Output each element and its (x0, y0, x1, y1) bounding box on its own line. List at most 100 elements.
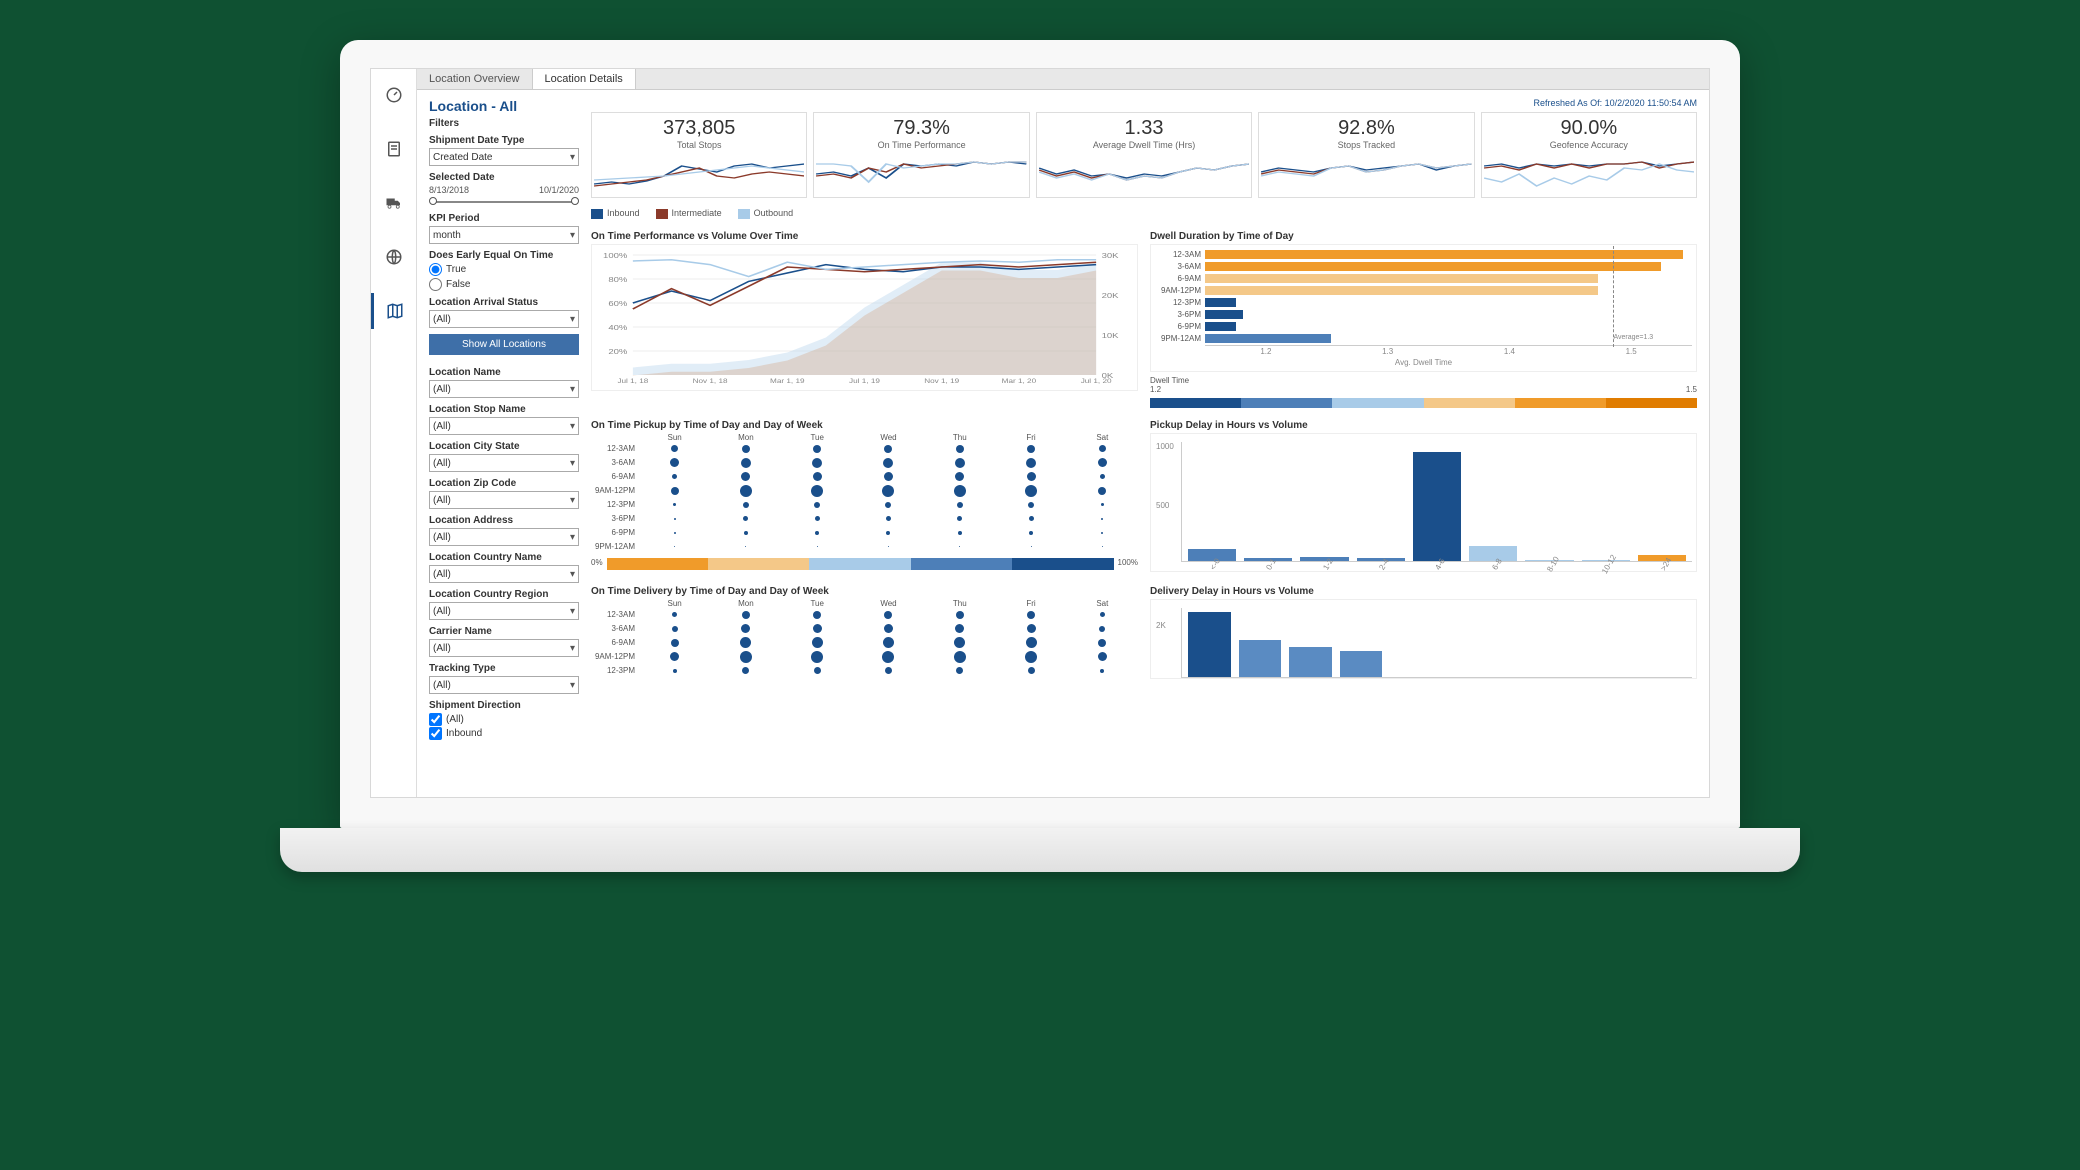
shipment-date-type-select[interactable]: Created Date (429, 148, 579, 166)
location-zip-select[interactable]: (All) (429, 491, 579, 509)
check-dir-inbound[interactable]: Inbound (429, 727, 579, 740)
document-icon (385, 140, 403, 158)
svg-text:Jul 1, 20: Jul 1, 20 (1081, 378, 1112, 385)
kpi-label: Stops Tracked (1261, 140, 1471, 150)
kpi-card[interactable]: 92.8% Stops Tracked (1258, 112, 1474, 198)
svg-text:40%: 40% (608, 323, 628, 331)
kpi-card[interactable]: 90.0% Geofence Accuracy (1481, 112, 1697, 198)
location-country-region-select[interactable]: (All) (429, 602, 579, 620)
nav-dashboard[interactable] (371, 77, 417, 113)
nav-reports[interactable] (371, 131, 417, 167)
kpi-value: 1.33 (1039, 117, 1249, 140)
main: Location Overview Location Details Locat… (417, 69, 1709, 797)
tracking-type-select[interactable]: (All) (429, 676, 579, 694)
hbar-row: 6-9AM (1155, 273, 1692, 285)
date-slider[interactable] (429, 197, 579, 207)
location-stop-name-label: Location Stop Name (429, 404, 579, 415)
otp-volume-col: On Time Performance vs Volume Over Time … (591, 227, 1138, 408)
nav-shipments[interactable] (371, 185, 417, 221)
kpi-card[interactable]: 79.3% On Time Performance (813, 112, 1029, 198)
kpi-value: 92.8% (1261, 117, 1471, 140)
selected-date-label: Selected Date (429, 172, 579, 183)
pickup-delay-col: Pickup Delay in Hours vs Volume 1000500 … (1150, 416, 1697, 574)
check-dir-all-input[interactable] (429, 713, 442, 726)
radio-false[interactable]: False (429, 278, 579, 291)
heat-row: 12-3PM (591, 664, 1138, 678)
location-country-region-label: Location Country Region (429, 589, 579, 600)
otp-pickup-heatmap[interactable]: SunMonTueWedThuFriSat12-3AM3-6AM6-9AM9AM… (591, 433, 1138, 554)
location-zip-label: Location Zip Code (429, 478, 579, 489)
check-dir-all[interactable]: (All) (429, 713, 579, 726)
kpi-label: Average Dwell Time (Hrs) (1039, 140, 1249, 150)
pickup-delay-chart[interactable]: 1000500 <-00-11-22-44-66-88-1010-12>24 (1150, 433, 1697, 572)
delivery-delay-col: Delivery Delay in Hours vs Volume 2K (1150, 582, 1697, 679)
nav-network[interactable] (371, 239, 417, 275)
date-to: 10/1/2020 (539, 185, 579, 195)
heat-row: 3-6AM (591, 622, 1138, 636)
kpi-value: 90.0% (1484, 117, 1694, 140)
legend-intermediate: Intermediate (656, 208, 722, 219)
slider-handle-from[interactable] (429, 197, 437, 205)
carrier-name-select[interactable]: (All) (429, 639, 579, 657)
tab-location-overview[interactable]: Location Overview (417, 69, 533, 89)
date-from: 8/13/2018 (429, 185, 469, 195)
dwell-tod-chart[interactable]: 12-3AM3-6AM6-9AM9AM-12PM12-3PM3-6PM6-9PM… (1150, 244, 1697, 372)
dwell-time-label: Dwell Time (1150, 376, 1697, 385)
carrier-name-label: Carrier Name (429, 626, 579, 637)
radio-false-input[interactable] (429, 278, 442, 291)
bar (1239, 640, 1282, 677)
svg-text:Jul 1, 19: Jul 1, 19 (849, 378, 880, 385)
screen: Location Overview Location Details Locat… (370, 68, 1710, 798)
radio-true[interactable]: True (429, 263, 579, 276)
dwell-tod-col: Dwell Duration by Time of Day 12-3AM3-6A… (1150, 227, 1697, 408)
otp-pickup-heat-col: On Time Pickup by Time of Day and Day of… (591, 416, 1138, 574)
dwell-colorbar: 1.21.5 (1150, 385, 1697, 408)
tab-location-details[interactable]: Location Details (533, 69, 636, 89)
delivery-delay-chart[interactable]: 2K (1150, 599, 1697, 679)
location-stop-name-select[interactable]: (All) (429, 417, 579, 435)
bar (1289, 647, 1332, 677)
svg-text:Mar 1, 20: Mar 1, 20 (1002, 378, 1036, 385)
otp-volume-chart[interactable]: 20%40%60%80%100%0K10K20K30KJul 1, 18Nov … (591, 244, 1138, 391)
heat-row: 12-3AM (591, 442, 1138, 456)
heat-row: 6-9PM (591, 526, 1138, 540)
svg-text:20K: 20K (1102, 291, 1119, 299)
hbar-row: 12-3AM (1155, 249, 1692, 261)
svg-text:Mar 1, 19: Mar 1, 19 (770, 378, 804, 385)
location-city-state-select[interactable]: (All) (429, 454, 579, 472)
kpi-card[interactable]: 1.33 Average Dwell Time (Hrs) (1036, 112, 1252, 198)
svg-text:80%: 80% (608, 275, 628, 283)
kpi-row: 373,805 Total Stops 79.3% On Time Perfor… (591, 112, 1697, 198)
kpi-card[interactable]: 373,805 Total Stops (591, 112, 807, 198)
otp-delivery-heatmap[interactable]: SunMonTueWedThuFriSat12-3AM3-6AM6-9AM9AM… (591, 599, 1138, 678)
radio-true-input[interactable] (429, 263, 442, 276)
hbar-row: 9AM-12PM (1155, 285, 1692, 297)
location-address-select[interactable]: (All) (429, 528, 579, 546)
location-country-name-select[interactable]: (All) (429, 565, 579, 583)
kpi-label: Total Stops (594, 140, 804, 150)
kpi-label: Geofence Accuracy (1484, 140, 1694, 150)
heat-row: 6-9AM (591, 636, 1138, 650)
show-all-locations-button[interactable]: Show All Locations (429, 334, 579, 355)
svg-text:10K: 10K (1102, 331, 1119, 339)
svg-text:Nov 1, 19: Nov 1, 19 (924, 378, 959, 385)
bar (1188, 612, 1231, 676)
otp-pickup-gradbar: 0% 100% (591, 558, 1138, 570)
arrival-status-select[interactable]: (All) (429, 310, 579, 328)
location-name-label: Location Name (429, 367, 579, 378)
kpi-period-select[interactable]: month (429, 226, 579, 244)
location-name-select[interactable]: (All) (429, 380, 579, 398)
otp-pickup-title: On Time Pickup by Time of Day and Day of… (591, 420, 1138, 431)
heat-row: 6-9AM (591, 470, 1138, 484)
heat-row: 3-6PM (591, 512, 1138, 526)
map-icon (386, 302, 404, 320)
tabs: Location Overview Location Details (417, 69, 1709, 90)
page-title: Location - All (429, 98, 579, 114)
heat-row: 3-6AM (591, 456, 1138, 470)
slider-handle-to[interactable] (571, 197, 579, 205)
kpi-sparkline (1261, 154, 1471, 190)
nav-locations[interactable] (371, 293, 417, 329)
check-dir-inbound-input[interactable] (429, 727, 442, 740)
hbar-row: 12-3PM (1155, 297, 1692, 309)
kpi-sparkline (816, 154, 1026, 190)
